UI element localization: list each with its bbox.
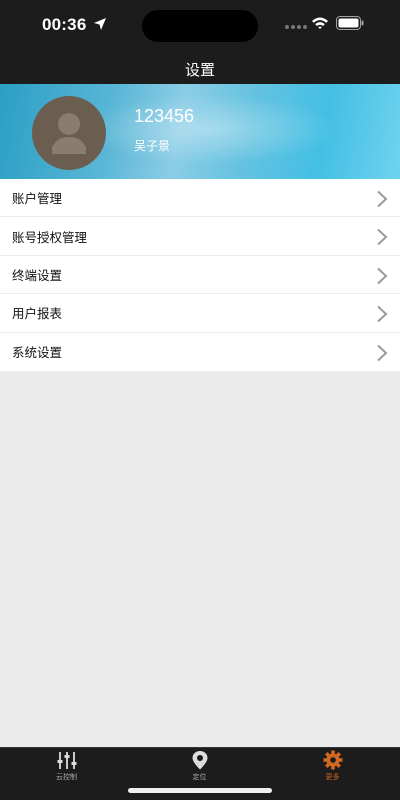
gear-icon bbox=[323, 750, 343, 770]
chevron-right-icon bbox=[377, 305, 388, 323]
dynamic-island bbox=[142, 10, 258, 42]
tab-location[interactable]: 定位 bbox=[133, 748, 266, 784]
status-bar: 00:36 bbox=[0, 0, 400, 52]
page-title: 设置 bbox=[184, 61, 215, 79]
menu-item-terminal-settings[interactable]: 终端设置 bbox=[0, 256, 400, 295]
menu-item-label: 账号授权管理 bbox=[12, 229, 88, 245]
chevron-right-icon bbox=[377, 229, 388, 246]
menu-item-account-management[interactable]: 账户管理 bbox=[0, 179, 400, 218]
home-indicator[interactable] bbox=[128, 788, 272, 793]
avatar[interactable] bbox=[32, 96, 106, 170]
status-time: 00:36 bbox=[42, 15, 87, 34]
user-silhouette-icon bbox=[52, 113, 86, 154]
wifi-icon bbox=[312, 17, 328, 29]
nav-bar: 设置 bbox=[0, 52, 400, 84]
tab-more[interactable]: 更多 bbox=[266, 748, 399, 784]
location-arrow-icon bbox=[94, 18, 106, 30]
menu-item-user-reports[interactable]: 用户报表 bbox=[0, 294, 400, 333]
user-id: 123456 bbox=[134, 106, 195, 126]
user-name: 吴子景 bbox=[134, 139, 171, 153]
menu-item-label: 用户报表 bbox=[12, 306, 63, 322]
chevron-right-icon bbox=[377, 190, 388, 208]
tab-label: 更多 bbox=[325, 773, 340, 781]
menu-item-label: 终端设置 bbox=[12, 267, 63, 283]
sliders-icon bbox=[57, 752, 77, 769]
location-pin-icon bbox=[192, 751, 208, 770]
chevron-right-icon bbox=[377, 344, 388, 361]
tab-label: 定位 bbox=[192, 773, 207, 781]
tab-cloud-control[interactable]: 云控制 bbox=[0, 748, 133, 784]
tab-label: 云控制 bbox=[56, 773, 77, 781]
menu-item-system-settings[interactable]: 系统设置 bbox=[0, 333, 400, 371]
battery-icon bbox=[336, 16, 364, 30]
menu-item-authorization-management[interactable]: 账号授权管理 bbox=[0, 217, 400, 256]
profile-header[interactable]: 123456 吴子景 bbox=[0, 84, 400, 179]
chevron-right-icon bbox=[377, 267, 388, 285]
menu-item-label: 系统设置 bbox=[12, 345, 63, 361]
settings-screen: 00:36 设置 123456 吴子景 账户管理 账号授权管理 终端设置 用户报… bbox=[0, 0, 400, 800]
cellular-signal-icon bbox=[285, 25, 307, 29]
settings-menu: 账户管理 账号授权管理 终端设置 用户报表 系统设置 bbox=[0, 179, 400, 371]
menu-item-label: 账户管理 bbox=[12, 191, 63, 207]
